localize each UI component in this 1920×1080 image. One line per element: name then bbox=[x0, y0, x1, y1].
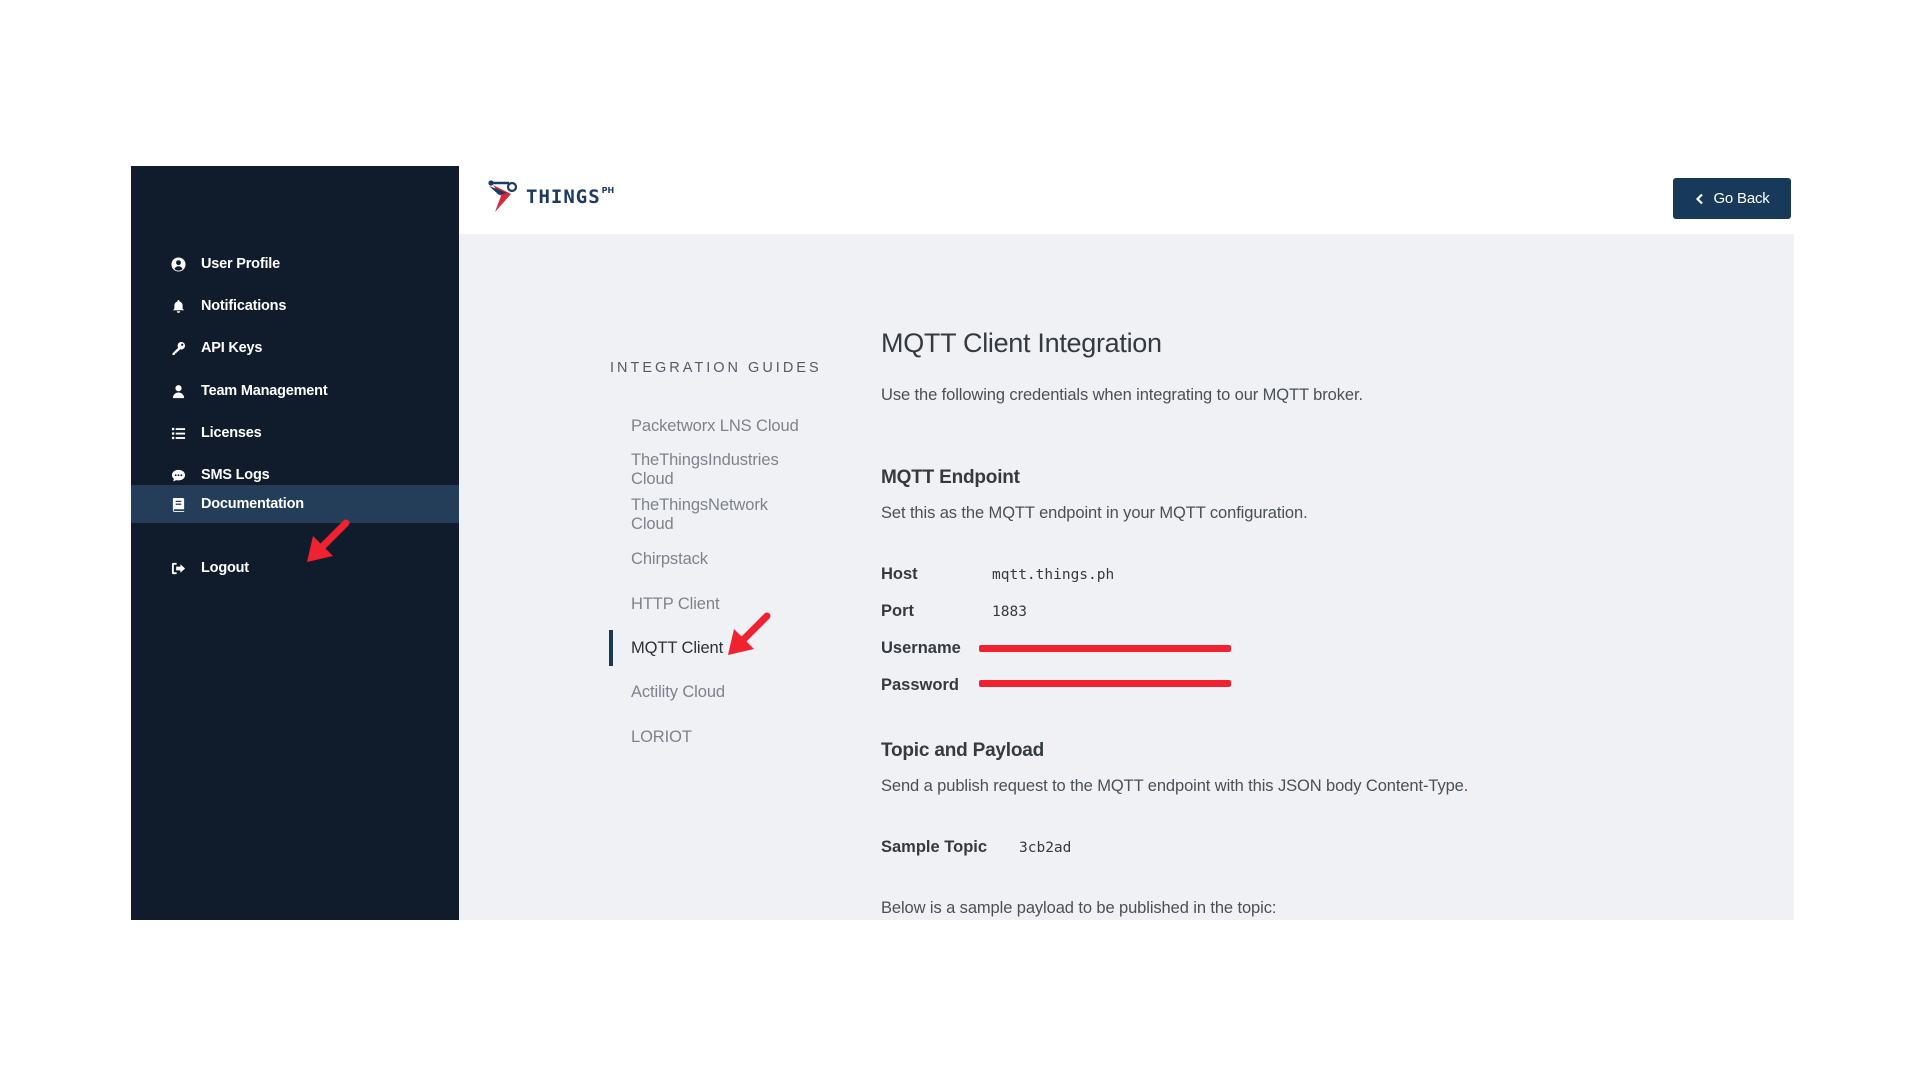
port-value: 1883 bbox=[992, 604, 1027, 620]
logout-icon bbox=[170, 560, 186, 576]
sidebar-item-label: Licenses bbox=[201, 425, 262, 441]
chevron-left-icon bbox=[1696, 193, 1704, 204]
sidebar-item-label: API Keys bbox=[201, 340, 263, 356]
password-redaction bbox=[979, 680, 1231, 687]
integration-guides-heading: INTEGRATION GUIDES bbox=[610, 360, 822, 376]
sidebar-item-label: Logout bbox=[201, 560, 249, 576]
sidebar-item-documentation[interactable]: Documentation bbox=[131, 485, 459, 523]
guide-loriot[interactable]: LORIOT bbox=[609, 719, 809, 755]
list-icon bbox=[170, 425, 186, 441]
things-ph-logo[interactable]: THINGS PH bbox=[487, 180, 614, 214]
annotation-arrow-icon bbox=[307, 519, 350, 562]
sidebar-item-api-keys[interactable]: API Keys bbox=[131, 329, 459, 367]
go-back-button[interactable]: Go Back bbox=[1673, 178, 1791, 219]
endpoint-description: Set this as the MQTT endpoint in your MQ… bbox=[881, 504, 1308, 522]
key-icon bbox=[170, 340, 186, 356]
sidebar: User Profile Notifications API Keys Team… bbox=[131, 166, 459, 920]
book-icon bbox=[170, 496, 186, 512]
go-back-label: Go Back bbox=[1713, 190, 1770, 207]
sidebar-item-label: SMS Logs bbox=[201, 467, 270, 483]
sidebar-item-label: Notifications bbox=[201, 298, 287, 314]
bell-icon bbox=[170, 298, 186, 314]
sidebar-item-label: Documentation bbox=[201, 496, 304, 512]
chat-icon bbox=[170, 467, 186, 483]
sidebar-item-notifications[interactable]: Notifications bbox=[131, 287, 459, 325]
sidebar-item-label: Team Management bbox=[201, 383, 328, 399]
guide-actility-cloud[interactable]: Actility Cloud bbox=[609, 674, 809, 710]
guide-packetworx[interactable]: Packetworx LNS Cloud bbox=[609, 408, 809, 444]
guide-thethingsindustries[interactable]: TheThingsIndustries Cloud bbox=[609, 451, 809, 488]
sidebar-item-licenses[interactable]: Licenses bbox=[131, 414, 459, 452]
sample-topic-value: 3cb2ad bbox=[1019, 840, 1072, 856]
port-label: Port bbox=[881, 602, 914, 620]
things-logo-icon bbox=[488, 180, 518, 212]
host-value: mqtt.things.ph bbox=[992, 567, 1115, 583]
sidebar-item-label: User Profile bbox=[201, 256, 280, 272]
annotation-arrow-icon bbox=[728, 612, 771, 655]
logo-superscript: PH bbox=[601, 185, 615, 195]
user-circle-icon bbox=[170, 256, 186, 272]
sidebar-item-user-profile[interactable]: User Profile bbox=[131, 245, 459, 283]
username-redaction bbox=[979, 645, 1231, 652]
guide-mqtt-client[interactable]: MQTT Client bbox=[609, 630, 809, 666]
topic-heading: Topic and Payload bbox=[881, 740, 1045, 761]
top-header: THINGS PH Go Back bbox=[459, 166, 1802, 234]
sample-topic-label: Sample Topic bbox=[881, 838, 988, 856]
guide-thethingsnetwork[interactable]: TheThingsNetwork Cloud bbox=[609, 496, 809, 533]
guide-chirpstack[interactable]: Chirpstack bbox=[609, 541, 809, 577]
logo-text: THINGS bbox=[526, 186, 601, 208]
topic-description: Send a publish request to the MQTT endpo… bbox=[881, 777, 1469, 795]
guide-http-client[interactable]: HTTP Client bbox=[609, 586, 809, 622]
intro-text: Use the following credentials when integ… bbox=[881, 386, 1363, 404]
username-label: Username bbox=[881, 639, 961, 657]
page-title: MQTT Client Integration bbox=[881, 328, 1162, 358]
main-content: INTEGRATION GUIDES Packetworx LNS Cloud … bbox=[459, 234, 1794, 920]
host-label: Host bbox=[881, 565, 918, 583]
password-label: Password bbox=[881, 676, 959, 694]
payload-intro: Below is a sample payload to be publishe… bbox=[881, 899, 1277, 917]
sidebar-item-logout[interactable]: Logout bbox=[131, 549, 459, 587]
user-icon bbox=[170, 383, 186, 399]
sidebar-item-team-management[interactable]: Team Management bbox=[131, 372, 459, 410]
endpoint-heading: MQTT Endpoint bbox=[881, 467, 1020, 488]
app-window: User Profile Notifications API Keys Team… bbox=[131, 166, 1802, 920]
